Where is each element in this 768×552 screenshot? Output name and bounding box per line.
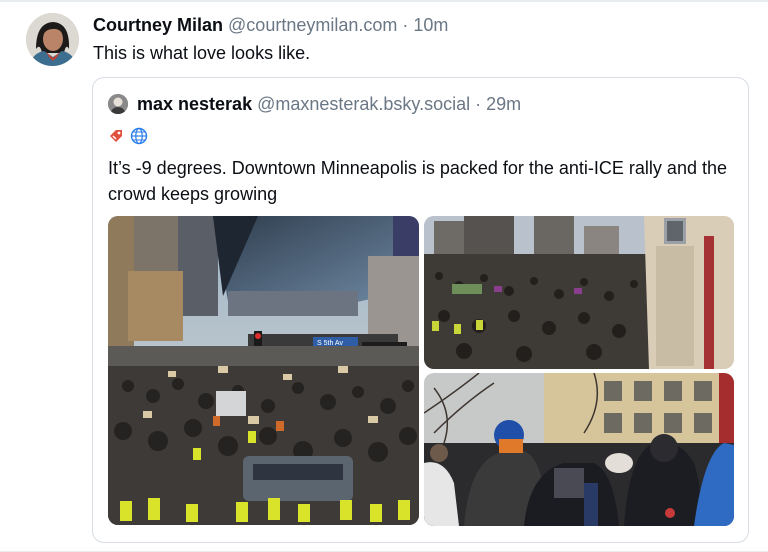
quoted-post-header: max nesterak @maxnesterak.bsky.social · … [137,93,521,115]
author-avatar[interactable] [26,13,79,66]
quoted-timestamp[interactable]: 29m [486,94,521,114]
top-divider [0,0,768,2]
quoted-author-name[interactable]: max nesterak [137,94,252,114]
protesters-closeup-photo[interactable] [424,373,734,526]
post-text: This is what love looks like. [93,43,311,63]
post-timestamp[interactable]: 10m [413,15,448,35]
quoted-header-separator: · [475,94,482,114]
downtown-crowd-photo[interactable]: S 5th Av [108,216,419,525]
plaza-crowd-photo[interactable] [424,216,734,369]
badge-row [108,127,148,145]
author-name[interactable]: Courtney Milan [93,15,223,35]
street-sign-text: S 5th Av [317,340,343,347]
globe-icon [130,127,148,145]
author-handle[interactable]: @courtneymilan.com [228,15,397,35]
quoted-author-avatar[interactable] [108,94,128,114]
post-header: Courtney Milan @courtneymilan.com · 10m [93,14,448,36]
quoted-author-handle[interactable]: @maxnesterak.bsky.social [257,94,470,114]
tag-icon [110,130,122,142]
header-separator: · [402,15,409,35]
quoted-post-text: It’s -9 degrees. Downtown Minneapolis is… [108,158,727,204]
